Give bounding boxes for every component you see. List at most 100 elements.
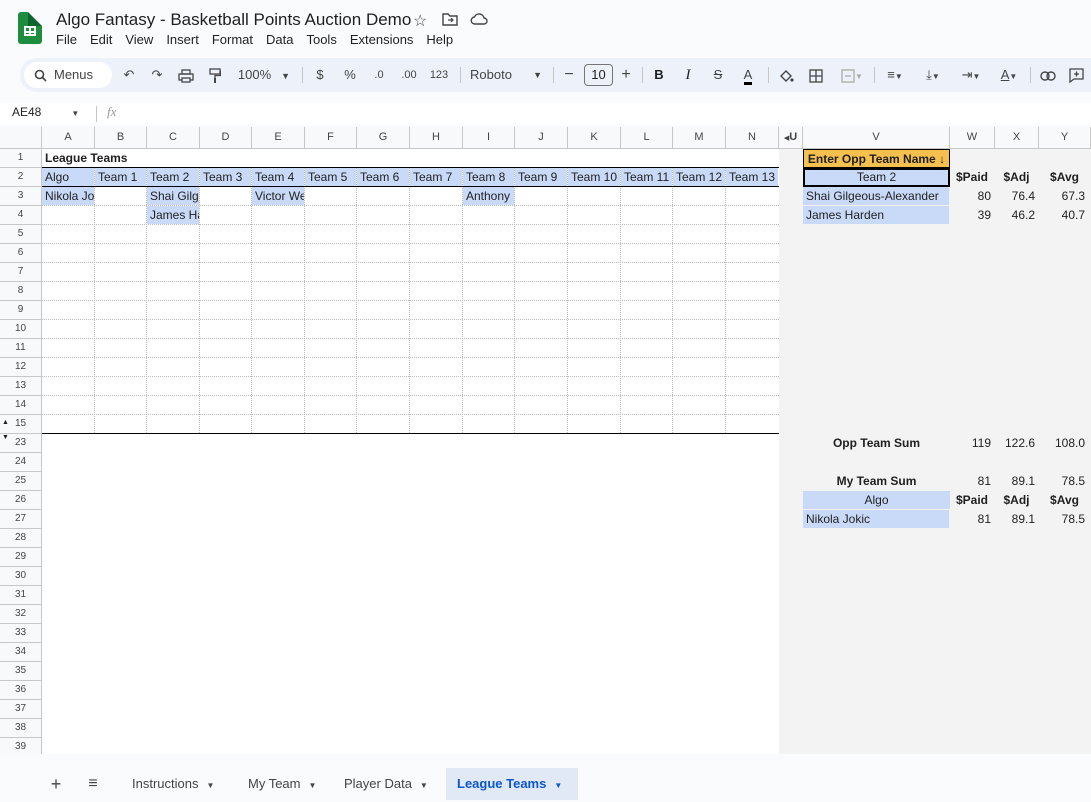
menu-file[interactable]: File [56,32,77,47]
league-header-12[interactable]: Team 12 [673,168,725,186]
column-header-c[interactable]: C [147,127,200,149]
all-sheets-menu-icon[interactable]: ≡ [83,768,103,800]
decrease-decimal-button[interactable]: .0 [368,58,390,92]
row-header-9[interactable]: 9 [0,301,42,320]
more-formats-button[interactable]: 123 [428,58,450,92]
column-header-v[interactable]: V [803,127,950,149]
increase-decimal-button[interactable]: .00 [397,58,421,92]
text-rotation-icon[interactable]: A▼ [994,58,1024,92]
column-header-x[interactable]: X [995,127,1039,149]
align-left-icon[interactable]: ≡▼ [880,58,910,92]
menu-edit[interactable]: Edit [90,32,112,47]
menu-insert[interactable]: Insert [166,32,199,47]
menu-view[interactable]: View [125,32,153,47]
menu-format[interactable]: Format [212,32,253,47]
league-header-11[interactable]: Team 11 [621,168,672,186]
my-sum-avg[interactable]: 78.5 [1039,472,1090,490]
column-header-a[interactable]: A [42,127,95,149]
my-player-paid[interactable]: 81 [950,510,994,528]
opp-sum-paid[interactable]: 119 [950,434,994,452]
opp-player-adj[interactable]: 76.4 [995,187,1038,205]
cloud-status-icon[interactable] [470,12,488,31]
search-menus-input[interactable]: Menus [24,62,112,88]
row-header-37[interactable]: 37 [0,700,42,719]
row-header-29[interactable]: 29 [0,548,42,567]
row-header-13[interactable]: 13 [0,377,42,396]
move-folder-icon[interactable] [442,12,458,29]
paint-format-icon[interactable] [206,58,224,92]
tab-my-team[interactable]: My Team ▼ [236,768,328,800]
text-wrap-icon[interactable]: ⇥▼ [956,58,986,92]
column-header-h[interactable]: H [410,127,463,149]
tab-instructions[interactable]: Instructions ▼ [120,768,226,800]
row-header-24[interactable]: 24 [0,453,42,472]
menu-data[interactable]: Data [266,32,293,47]
menu-extensions[interactable]: Extensions [350,32,414,47]
league-header-0[interactable]: Algo [42,168,94,186]
league-player-cell[interactable]: Nikola Jokic [42,187,94,205]
row-header-32[interactable]: 32 [0,605,42,624]
increase-font-size-button[interactable]: + [619,58,633,92]
row-header-14[interactable]: 14 [0,396,42,415]
row-header-7[interactable]: 7 [0,263,42,282]
column-header-l[interactable]: L [621,127,673,149]
italic-button[interactable]: I [681,58,695,92]
row-header-5[interactable]: 5 [0,225,42,244]
row-header-25[interactable]: 25 [0,472,42,491]
column-header-b[interactable]: B [95,127,147,149]
row-header-26[interactable]: 26 [0,491,42,510]
column-header-g[interactable]: G [357,127,410,149]
bold-button[interactable]: B [652,58,666,92]
tab-league-teams[interactable]: League Teams ▼ [446,768,578,800]
column-header-d[interactable]: D [200,127,252,149]
league-header-6[interactable]: Team 6 [357,168,409,186]
column-header-y[interactable]: Y [1039,127,1091,149]
zoom-select[interactable]: 100% ▼ [234,58,294,92]
my-player-adj[interactable]: 89.1 [995,510,1038,528]
strikethrough-button[interactable]: S [710,58,726,92]
column-header-f[interactable]: F [305,127,357,149]
text-color-button[interactable]: A [738,58,758,92]
row-header-3[interactable]: 3 [0,187,42,206]
my-player-name[interactable]: Nikola Jokic [803,510,949,528]
league-header-8[interactable]: Team 8 [463,168,514,186]
league-player-cell[interactable]: Anthony Davis [463,187,514,205]
group-expand-icon[interactable]: ▼ [2,433,10,443]
print-icon[interactable] [176,58,196,92]
row-header-38[interactable]: 38 [0,719,42,738]
league-player-cell[interactable]: James Harden [147,206,199,224]
league-player-cell[interactable]: Victor Wembanyama [252,187,304,205]
my-team-name[interactable]: Algo [803,491,950,509]
league-header-3[interactable]: Team 3 [200,168,251,186]
font-size-input[interactable]: 10 [584,64,613,86]
redo-icon[interactable]: ↷ [148,58,166,92]
row-header-35[interactable]: 35 [0,662,42,681]
row-header-12[interactable]: 12 [0,358,42,377]
insert-link-icon[interactable] [1038,58,1058,92]
borders-icon[interactable] [806,58,826,92]
merge-cells-icon[interactable]: ▼ [836,58,868,92]
league-header-10[interactable]: Team 10 [568,168,620,186]
opp-player-name[interactable]: James Harden [803,206,949,224]
hidden-columns-marker[interactable]: ◀U [779,127,803,149]
vertical-align-icon[interactable]: ⤓▼ [918,58,948,92]
league-header-7[interactable]: Team 7 [410,168,462,186]
decrease-font-size-button[interactable]: − [562,58,576,92]
column-header-i[interactable]: I [463,127,515,149]
fill-color-icon[interactable] [776,58,796,92]
row-header-36[interactable]: 36 [0,681,42,700]
column-header-k[interactable]: K [568,127,621,149]
insert-comment-icon[interactable] [1066,58,1086,92]
opp-team-name-input[interactable]: Team 2 [803,168,950,187]
league-header-1[interactable]: Team 1 [95,168,146,186]
opp-player-paid[interactable]: 80 [950,187,994,205]
row-header-31[interactable]: 31 [0,586,42,605]
opp-sum-adj[interactable]: 122.6 [995,434,1038,452]
opp-player-avg[interactable]: 67.3 [1039,187,1090,205]
league-header-4[interactable]: Team 4 [252,168,304,186]
row-header-1[interactable]: 1 [0,149,42,168]
menu-help[interactable]: Help [426,32,453,47]
row-header-27[interactable]: 27 [0,510,42,529]
row-header-33[interactable]: 33 [0,624,42,643]
opp-player-adj[interactable]: 46.2 [995,206,1038,224]
